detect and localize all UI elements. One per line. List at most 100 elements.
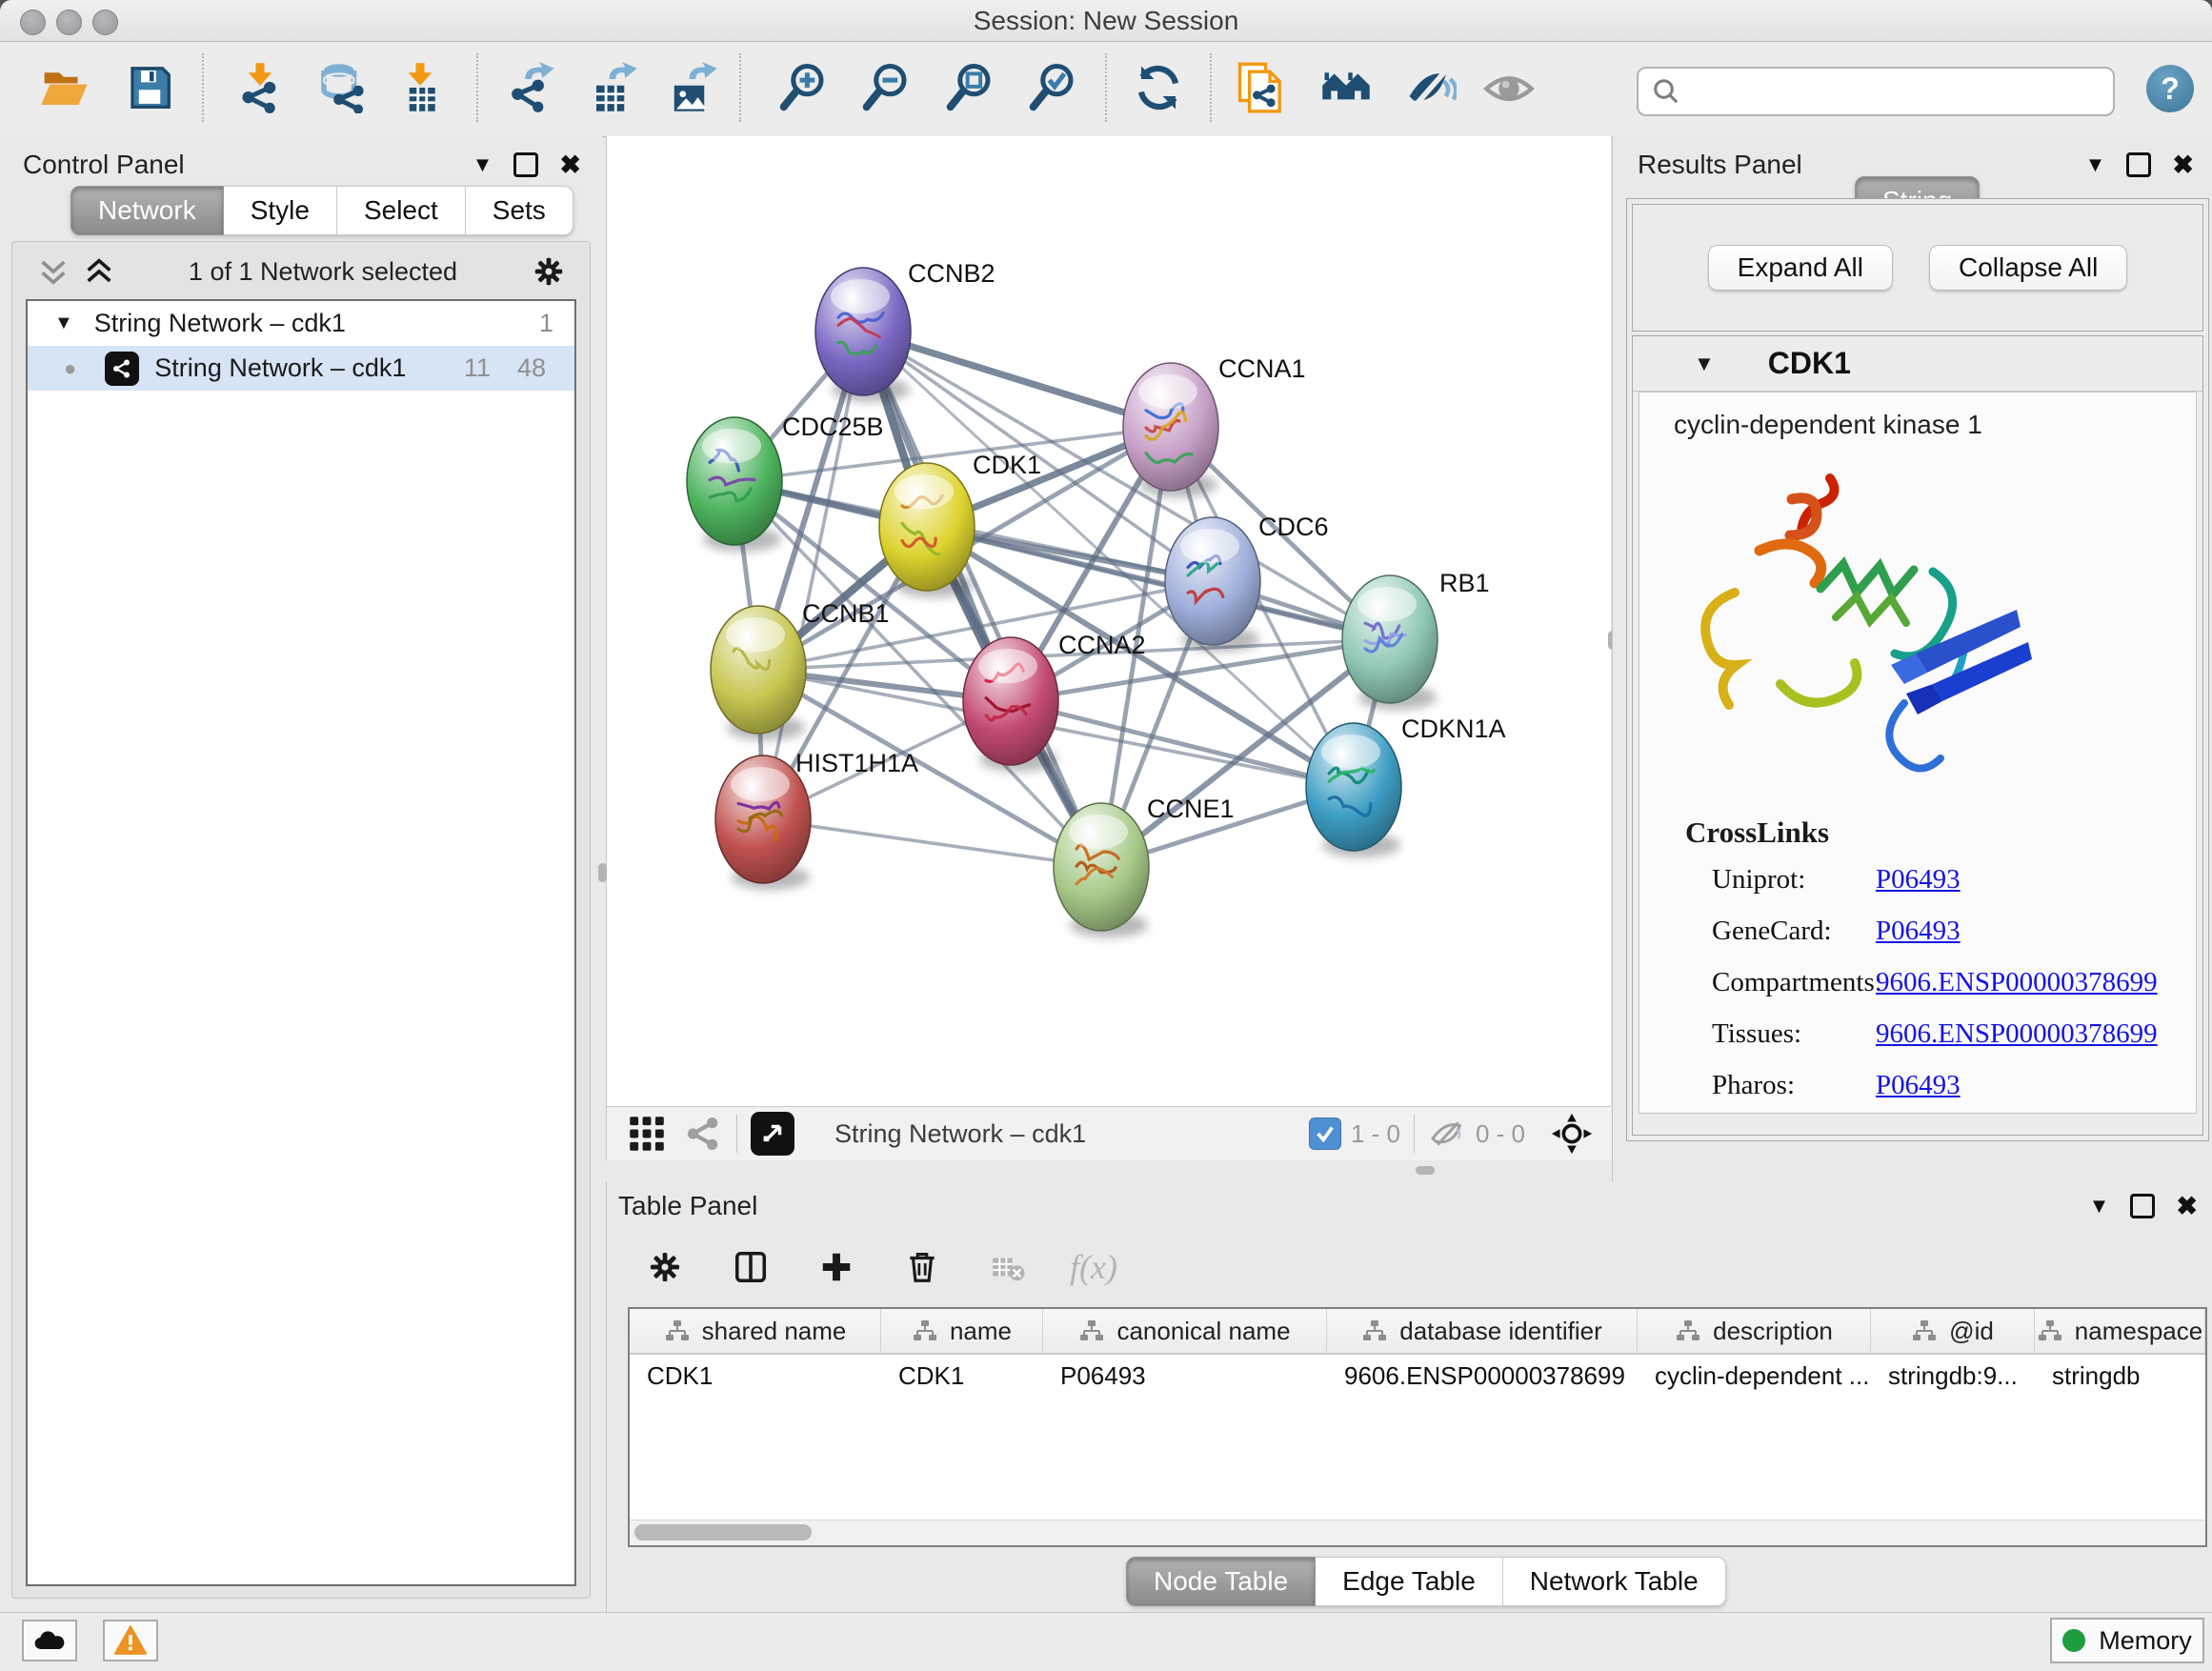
- search-input[interactable]: [1690, 76, 2113, 108]
- table-options-gear-icon[interactable]: [641, 1243, 689, 1291]
- help-icon[interactable]: ?: [2146, 65, 2194, 112]
- column-header-database-identifier[interactable]: database identifier: [1327, 1309, 1638, 1353]
- network-node-ccne1[interactable]: CCNE1: [1054, 795, 1235, 937]
- network-node-cdc25b[interactable]: CDC25B: [687, 413, 884, 552]
- column-header-description[interactable]: description: [1638, 1309, 1871, 1353]
- table-row[interactable]: CDK1CDK1P064939606.ENSP00000378699cyclin…: [630, 1355, 2205, 1397]
- network-collection-row[interactable]: ▼ String Network – cdk1 1: [28, 301, 574, 346]
- import-network-from-file-icon[interactable]: [233, 61, 287, 114]
- scrollbar-thumb[interactable]: [634, 1524, 812, 1540]
- import-network-from-database-icon[interactable]: [314, 61, 368, 114]
- control-panel-tabs: NetworkStyleSelectSets: [70, 186, 573, 235]
- table-horizontal-scrollbar[interactable]: [630, 1520, 2205, 1545]
- crosslink-link[interactable]: P06493: [1876, 916, 1961, 947]
- zoom-out-icon[interactable]: [860, 61, 914, 114]
- crosslink-link[interactable]: 9606.ENSP00000378699: [1876, 967, 2158, 998]
- horizontal-splitter-handle[interactable]: [1416, 1166, 1435, 1175]
- section-collapse-icon[interactable]: ▼: [1694, 352, 1715, 376]
- network-edge-count: 48: [517, 353, 546, 383]
- collapse-all-networks-icon[interactable]: [37, 255, 70, 288]
- refresh-view-icon[interactable]: [1132, 61, 1185, 114]
- column-header--id[interactable]: @id: [1871, 1309, 2035, 1353]
- network-node-ccnb1[interactable]: CCNB1: [711, 599, 890, 740]
- search-field[interactable]: [1637, 67, 2115, 116]
- cdk1-section-header[interactable]: ▼ CDK1: [1633, 336, 2202, 392]
- network-node-ccna1[interactable]: CCNA1: [1123, 354, 1306, 497]
- table-panel-float-icon[interactable]: [2130, 1194, 2155, 1218]
- hidden-node-edge-counts: 0 - 0: [1476, 1119, 1525, 1149]
- collapse-all-button[interactable]: Collapse All: [1929, 245, 2127, 291]
- main-toolbar: ?: [0, 42, 2212, 137]
- memory-status-button[interactable]: Memory: [2050, 1618, 2204, 1663]
- column-header-canonical-name[interactable]: canonical name: [1043, 1309, 1327, 1353]
- network-node-hist1h1a[interactable]: HIST1H1A: [715, 749, 918, 890]
- export-image-icon[interactable]: [667, 61, 720, 114]
- first-neighbors-icon[interactable]: [1319, 61, 1373, 114]
- separator: [1414, 1115, 1415, 1153]
- network-canvas[interactable]: CCNB2CCNA1CDC25BCDK1CDC6RB1CCNB1CCNA2CDK…: [607, 136, 1611, 1107]
- left-splitter-handle[interactable]: [598, 863, 607, 882]
- crosslink-link[interactable]: P06493: [1876, 864, 1961, 896]
- results-panel-float-icon[interactable]: [2126, 152, 2151, 177]
- import-table-from-file-icon[interactable]: [393, 61, 447, 114]
- zoom-in-icon[interactable]: [777, 61, 831, 114]
- search-icon: [1652, 77, 1680, 106]
- crosslink-link[interactable]: 9606.ENSP00000378699: [1876, 1018, 2158, 1050]
- crosslink-label: Tissues:: [1712, 1018, 1876, 1050]
- crosslink-link[interactable]: P06493: [1876, 1070, 1961, 1101]
- create-column-icon[interactable]: [813, 1243, 860, 1291]
- network-row-selected[interactable]: ● String Network – cdk1 11 48: [28, 346, 574, 391]
- network-edge[interactable]: [763, 819, 1101, 867]
- open-session-icon[interactable]: [38, 61, 91, 114]
- hidden-items-eye-icon[interactable]: [1428, 1115, 1466, 1153]
- collection-count: 1: [539, 309, 553, 338]
- export-network-icon[interactable]: [505, 61, 558, 114]
- column-header-namespace[interactable]: namespace: [2035, 1309, 2205, 1353]
- table-panel-menu-icon[interactable]: ▼: [2089, 1196, 2110, 1217]
- network-type-icon: [105, 352, 139, 386]
- hide-selected-icon[interactable]: [1404, 61, 1458, 114]
- control-panel-float-icon[interactable]: [513, 152, 538, 177]
- table-panel-close-icon[interactable]: ✖: [2176, 1194, 2198, 1219]
- tab-node-table[interactable]: Node Table: [1126, 1557, 1316, 1606]
- export-table-icon[interactable]: [587, 61, 640, 114]
- results-panel-menu-icon[interactable]: ▼: [2085, 154, 2106, 175]
- tab-select[interactable]: Select: [337, 186, 466, 235]
- show-all-icon[interactable]: [1482, 61, 1536, 114]
- tab-network-table[interactable]: Network Table: [1503, 1557, 1726, 1606]
- network-edge[interactable]: [763, 332, 863, 819]
- network-edge[interactable]: [863, 332, 1101, 867]
- control-panel-close-icon[interactable]: ✖: [559, 152, 581, 178]
- new-network-from-selection-icon[interactable]: [1235, 61, 1288, 114]
- save-session-icon[interactable]: [123, 61, 176, 114]
- warnings-icon[interactable]: [103, 1620, 158, 1661]
- network-share-icon[interactable]: [683, 1114, 723, 1154]
- cloud-status-icon[interactable]: [22, 1620, 77, 1661]
- network-node-ccnb2[interactable]: CCNB2: [815, 259, 995, 402]
- tab-network[interactable]: Network: [70, 186, 224, 235]
- zoom-selected-icon[interactable]: [1027, 61, 1080, 114]
- birdseye-navigator-icon[interactable]: [1550, 1112, 1594, 1156]
- column-header-name[interactable]: name: [881, 1309, 1043, 1353]
- grid-layout-icon[interactable]: [628, 1115, 666, 1153]
- network-node-rb1[interactable]: RB1: [1342, 569, 1490, 710]
- selected-node-edge-counts: 1 - 0: [1351, 1119, 1400, 1149]
- network-node-cdc6[interactable]: CDC6: [1165, 513, 1329, 652]
- control-panel-menu-icon[interactable]: ▼: [473, 154, 493, 175]
- zoom-fit-icon[interactable]: [944, 61, 997, 114]
- results-panel-close-icon[interactable]: ✖: [2172, 152, 2194, 178]
- open-in-new-window-icon[interactable]: [751, 1112, 794, 1156]
- expand-all-button[interactable]: Expand All: [1708, 245, 1893, 291]
- column-header-shared-name[interactable]: shared name: [630, 1309, 881, 1353]
- collection-expand-icon[interactable]: ▼: [54, 312, 73, 334]
- selected-items-checkbox[interactable]: [1309, 1117, 1341, 1150]
- tab-edge-table[interactable]: Edge Table: [1316, 1557, 1503, 1606]
- tab-sets[interactable]: Sets: [466, 186, 573, 235]
- show-columns-icon[interactable]: [727, 1243, 774, 1291]
- expand-all-networks-icon[interactable]: [83, 255, 115, 288]
- node-label: RB1: [1439, 569, 1490, 597]
- tab-style[interactable]: Style: [224, 186, 337, 235]
- delete-column-icon[interactable]: [898, 1243, 946, 1291]
- network-node-cdkn1a[interactable]: CDKN1A: [1306, 715, 1506, 857]
- network-options-gear-icon[interactable]: [531, 253, 567, 290]
